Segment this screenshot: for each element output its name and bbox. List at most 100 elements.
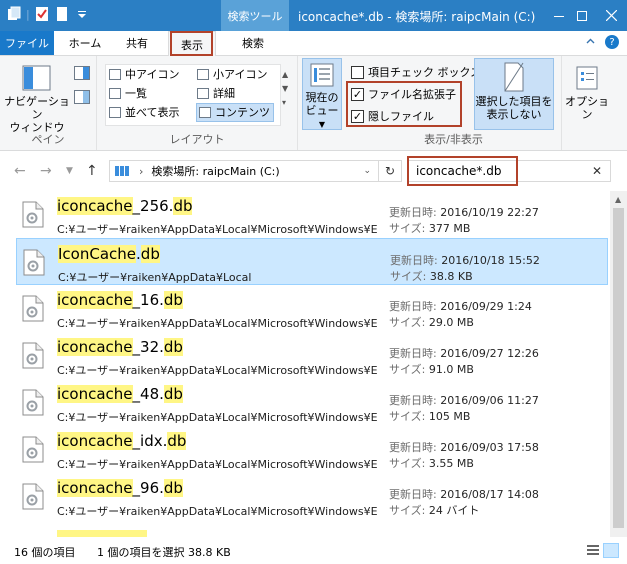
file-name[interactable]: iconcache_256.db [57, 196, 193, 216]
size-info: サイズ: 38.8 KB [390, 270, 473, 283]
options-icon [576, 66, 598, 90]
tab-search[interactable]: 検索 [222, 31, 284, 55]
clear-search-icon[interactable]: ✕ [592, 164, 602, 178]
scroll-thumb[interactable] [613, 208, 624, 528]
details-view-icon[interactable] [587, 544, 599, 559]
content-icon [199, 106, 211, 118]
up-arrow-icon[interactable]: ↑ [86, 163, 98, 179]
new-folder-icon[interactable] [54, 6, 70, 22]
name-highlight: db [163, 385, 183, 403]
tiles-icon [109, 106, 121, 118]
size-info: サイズ: 24 バイト [389, 504, 480, 517]
name-highlight [57, 530, 147, 537]
preview-pane-icon[interactable] [74, 66, 90, 83]
file-name[interactable]: iconcache_96.db [57, 478, 183, 498]
layout-content[interactable]: コンテンツ [199, 104, 270, 120]
tab-home[interactable]: ホーム [60, 31, 110, 55]
layout-tiles[interactable]: 並べて表示 [109, 104, 180, 120]
modified-value: 2016/09/27 12:26 [440, 347, 539, 360]
result-row[interactable]: iconcache_256.db C:¥ユーザー¥raiken¥AppData¥L… [16, 191, 608, 238]
file-name[interactable]: IconCache.db [58, 244, 160, 264]
file-name[interactable]: iconcache_idx.db [57, 431, 187, 451]
search-tools-context-label: 検索ツール [221, 0, 289, 31]
result-row[interactable]: iconcache_32.db C:¥ユーザー¥raiken¥AppData¥Lo… [16, 332, 608, 379]
result-row[interactable]: iconcache_48.db C:¥ユーザー¥raiken¥AppData¥Lo… [16, 379, 608, 426]
options-button[interactable]: オプション [563, 66, 611, 121]
size-value: 29.0 MB [428, 316, 474, 329]
tab-share[interactable]: 共有 [112, 31, 162, 55]
name-highlight: iconcache [57, 479, 133, 497]
name-highlight: iconcache [57, 291, 133, 309]
refresh-icon[interactable]: ↻ [378, 161, 401, 181]
help-icon[interactable]: ? [605, 35, 619, 49]
layout-medium-icons[interactable]: 中アイコン [109, 66, 179, 82]
name-highlight: db [163, 338, 183, 356]
result-row[interactable]: iconcache_16.db C:¥ユーザー¥raiken¥AppData¥Lo… [16, 285, 608, 332]
file-name[interactable]: iconcache_48.db [57, 384, 183, 404]
size-info: サイズ: 91.0 MB [389, 363, 474, 376]
address-dropdown-icon[interactable]: ⌄ [363, 166, 371, 176]
navigation-pane-icon [22, 65, 51, 91]
item-checkboxes-toggle[interactable]: 項目チェック ボックス [351, 64, 481, 80]
system-file-icon [23, 249, 45, 276]
forward-arrow-icon[interactable]: → [40, 163, 52, 179]
back-arrow-icon[interactable]: ← [14, 163, 26, 179]
modified-value: 2016/08/17 14:08 [440, 488, 539, 501]
size-info: サイズ: 29.0 MB [389, 316, 474, 329]
result-row[interactable]: iconcache_idx.db C:¥ユーザー¥raiken¥AppData¥L… [16, 426, 608, 473]
modified-info: 更新日時: 2016/09/27 12:26 [389, 347, 539, 360]
layout-list[interactable]: 一覧 [109, 85, 147, 101]
system-file-icon [22, 389, 44, 416]
result-row-partial[interactable] [16, 522, 608, 537]
name-middle: _idx. [132, 432, 168, 450]
tab-file[interactable]: ファイル [0, 31, 54, 55]
vertical-scrollbar[interactable]: ▲ [610, 191, 627, 537]
modified-value: 2016/09/03 17:58 [440, 441, 539, 454]
file-name[interactable]: iconcache_32.db [57, 337, 183, 357]
navigation-pane-button[interactable]: ナビゲーション ウィンドウ [4, 64, 70, 134]
pane-group: ナビゲーション ウィンドウ ペイン [0, 56, 97, 150]
gallery-scroll-icons[interactable]: ▲ ▼ ▾ [282, 68, 288, 110]
scroll-up-icon[interactable]: ▲ [615, 195, 621, 204]
size-value: 105 MB [428, 410, 471, 423]
size-info: サイズ: 377 MB [389, 222, 471, 235]
result-row[interactable]: iconcache_96.db C:¥ユーザー¥raiken¥AppData¥Lo… [16, 473, 608, 520]
hide-selected-items-button[interactable]: 選択した項目を 表示しない [474, 62, 554, 121]
maximize-button[interactable] [567, 0, 597, 31]
recent-locations-icon[interactable]: ▼ [66, 166, 73, 176]
modified-info: 更新日時: 2016/09/03 17:58 [389, 441, 539, 454]
system-file-icon [22, 436, 44, 463]
modified-value: 2016/10/18 15:52 [441, 254, 540, 267]
name-highlight: IconCache [58, 245, 137, 263]
medium-icons-icon [109, 68, 121, 80]
list-icon [109, 87, 121, 99]
file-name[interactable]: iconcache_16.db [57, 290, 183, 310]
size-info: サイズ: 3.55 MB [389, 457, 474, 470]
customize-qat-icon[interactable] [74, 6, 90, 22]
modified-value: 2016/09/06 11:27 [440, 394, 539, 407]
current-view-button[interactable]: 現在の ビュー ▼ [302, 62, 342, 131]
name-middle: _32. [132, 338, 164, 356]
details-pane-icon[interactable] [74, 90, 90, 107]
highlight-search-box [407, 156, 518, 186]
small-icons-icon [197, 68, 209, 80]
layout-details[interactable]: 詳細 [197, 85, 235, 101]
navigation-bar: ← → ▼ ↑ › 検索場所: raipcMain (C:) ⌄ ↻ iconc… [0, 151, 627, 191]
collapse-ribbon-icon[interactable] [586, 35, 595, 49]
layout-group-label: レイアウト [169, 133, 225, 146]
item-checkboxes-checkbox[interactable] [351, 65, 364, 79]
name-middle: _48. [132, 385, 164, 403]
large-icons-view-icon[interactable] [603, 543, 619, 558]
size-value: 3.55 MB [428, 457, 474, 470]
result-row[interactable]: IconCache.db C:¥ユーザー¥raiken¥AppData¥Local… [16, 238, 608, 285]
breadcrumb-separator-icon: › [139, 164, 144, 178]
quick-access-toolbar: | [6, 6, 90, 22]
folder-icon[interactable] [6, 6, 22, 22]
file-path: C:¥ユーザー¥raiken¥AppData¥Local [58, 271, 252, 284]
dropdown-arrow-icon: ▼ [318, 120, 326, 129]
breadcrumb[interactable]: 検索場所: raipcMain (C:) [151, 163, 279, 179]
layout-small-icons[interactable]: 小アイコン [197, 66, 267, 82]
properties-icon[interactable] [34, 6, 50, 22]
close-button[interactable] [596, 0, 626, 31]
address-bar[interactable]: › 検索場所: raipcMain (C:) ⌄ ↻ [109, 160, 402, 182]
